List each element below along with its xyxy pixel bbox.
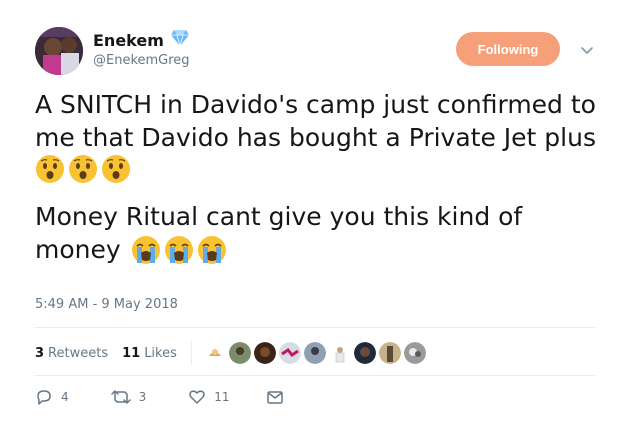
- retweets-stat[interactable]: 3 Retweets: [35, 346, 108, 361]
- likes-stat[interactable]: 11 Likes: [122, 346, 177, 361]
- reply-icon: [37, 390, 51, 405]
- heart-icon: [189, 390, 206, 404]
- liker-avatar[interactable]: [228, 342, 251, 364]
- loudly-crying-face-emoji: [164, 235, 193, 264]
- liker-avatar[interactable]: [278, 342, 301, 364]
- like-button[interactable]: 11: [188, 388, 230, 406]
- display-name[interactable]: Enekem: [93, 31, 164, 50]
- tweet-actions: 4 3 11: [35, 388, 284, 406]
- liker-avatar[interactable]: [203, 342, 226, 364]
- tweet-line: me that Davido has bought a Private Jet …: [35, 123, 596, 152]
- reply-count: 4: [61, 390, 69, 404]
- loudly-crying-face-emoji: [131, 235, 160, 264]
- divider: [35, 327, 595, 328]
- loudly-crying-face-emoji: [197, 235, 226, 264]
- liker-avatars: [203, 342, 426, 364]
- liker-avatar[interactable]: [353, 342, 376, 364]
- retweet-button[interactable]: 3: [110, 388, 147, 406]
- likes-label: Likes: [144, 345, 177, 361]
- like-count: 11: [214, 390, 230, 404]
- hushed-face-emoji: [69, 155, 97, 183]
- tweet-line-text: money: [35, 235, 121, 264]
- chevron-down-icon[interactable]: [577, 40, 597, 60]
- tweet-line: A SNITCH in Davido's camp just confirmed…: [35, 90, 596, 119]
- retweet-icon: [110, 390, 131, 404]
- likes-count: 11: [122, 345, 141, 361]
- tweet-text: A SNITCH in Davido's camp just confirmed…: [35, 88, 605, 266]
- following-button[interactable]: Following: [456, 32, 560, 66]
- hushed-face-emoji: [102, 155, 130, 183]
- hushed-face-emoji: [36, 155, 64, 183]
- envelope-icon: [266, 391, 283, 404]
- retweets-count: 3: [35, 345, 45, 361]
- liker-avatar[interactable]: [328, 342, 351, 364]
- stats-separator: [190, 341, 192, 365]
- user-handle[interactable]: @EnekemGreg: [93, 53, 190, 68]
- direct-message-button[interactable]: [266, 388, 284, 406]
- tweet-timestamp[interactable]: 5:49 AM - 9 May 2018: [35, 297, 178, 312]
- liker-avatar[interactable]: [303, 342, 326, 364]
- liker-avatar[interactable]: [378, 342, 401, 364]
- reply-button[interactable]: 4: [35, 388, 69, 406]
- divider: [35, 375, 595, 376]
- retweet-count: 3: [138, 390, 147, 404]
- tweet-stats: 3 Retweets 11 Likes: [35, 341, 426, 365]
- liker-avatar[interactable]: [403, 342, 426, 364]
- liker-avatar[interactable]: [253, 342, 276, 364]
- user-name-row[interactable]: Enekem: [93, 29, 190, 51]
- tweet-line: Money Ritual cant give you this kind of: [35, 202, 523, 231]
- avatar[interactable]: [35, 27, 83, 75]
- diamond-icon: [170, 29, 190, 51]
- retweets-label: Retweets: [48, 345, 109, 361]
- tweet-line: money: [35, 233, 605, 266]
- emoji-line: [35, 154, 605, 184]
